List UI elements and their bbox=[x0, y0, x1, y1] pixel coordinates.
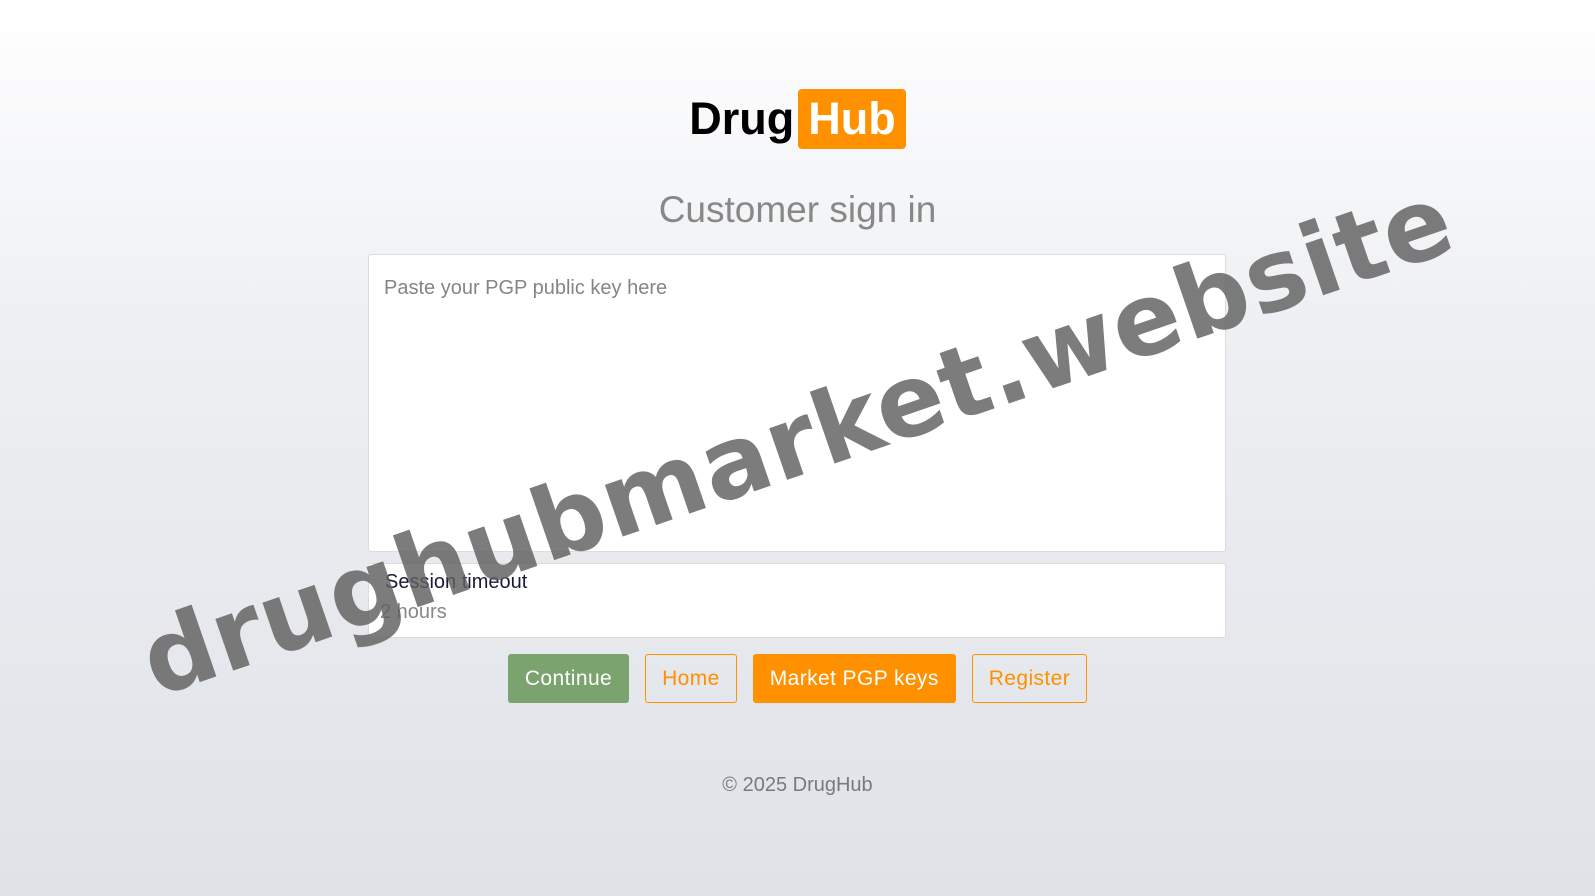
footer-copyright: © 2025 DrugHub bbox=[722, 774, 873, 796]
page-title: Customer sign in bbox=[658, 189, 937, 230]
logo-text-drug: Drug bbox=[689, 93, 795, 145]
action-buttons: Continue Home Market PGP keys Register bbox=[0, 654, 1595, 703]
session-timeout-select[interactable]: 2 hours bbox=[380, 601, 447, 624]
register-button[interactable]: Register bbox=[971, 654, 1088, 703]
logo-text-hub: Hub bbox=[798, 89, 906, 150]
market-pgp-keys-button[interactable]: Market PGP keys bbox=[752, 654, 956, 703]
home-button[interactable]: Home bbox=[645, 654, 737, 703]
continue-button[interactable]: Continue bbox=[507, 654, 630, 703]
pgp-public-key-input[interactable] bbox=[368, 254, 1226, 552]
session-timeout-field: Session timeout 2 hours bbox=[368, 563, 1226, 638]
session-timeout-label: Session timeout bbox=[385, 571, 528, 593]
site-logo[interactable]: Drug Hub bbox=[0, 86, 1595, 150]
